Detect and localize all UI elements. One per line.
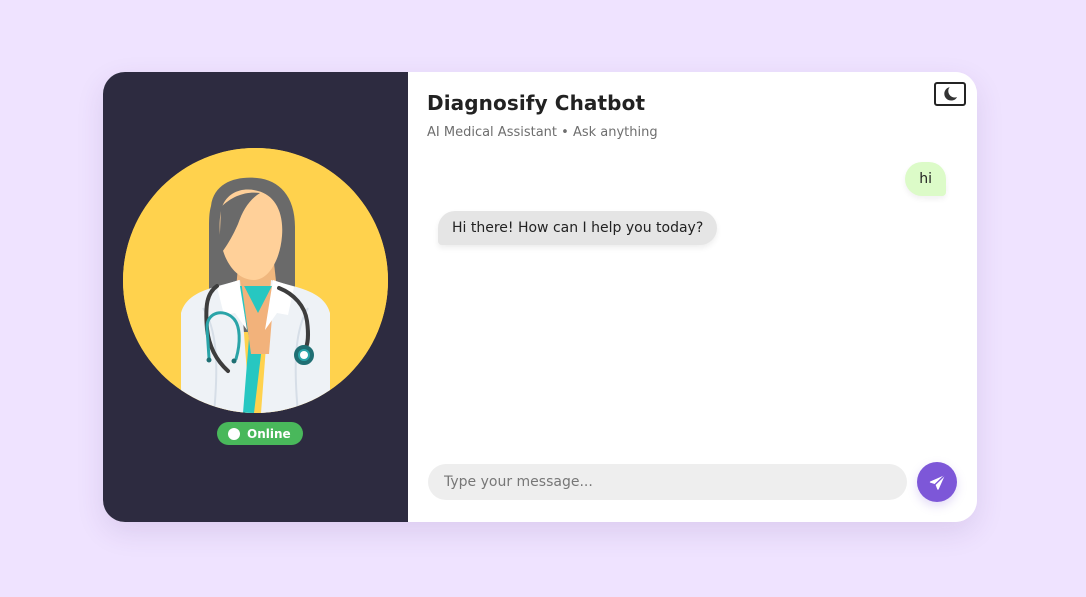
stethoscope-right-tip: [231, 358, 237, 364]
chatbot-card: Online Diagnosify Chatbot AI Medical Ass…: [103, 72, 977, 522]
message-list: hi Hi there! How can I help you today?: [408, 160, 977, 450]
online-dot-icon: [228, 427, 240, 440]
bot-message: Hi there! How can I help you today?: [438, 211, 718, 245]
assistant-profile-panel: Online: [103, 72, 408, 522]
doctor-avatar-icon: [123, 148, 388, 413]
status-label: Online: [247, 426, 291, 441]
stethoscope-left-ear: [205, 326, 211, 360]
moon-icon: [944, 87, 958, 101]
send-button[interactable]: [917, 462, 957, 502]
status-badge: Online: [217, 422, 303, 445]
message-input[interactable]: [428, 464, 907, 500]
user-message: hi: [905, 162, 946, 196]
theme-toggle-button[interactable]: [934, 82, 966, 106]
send-icon: [929, 473, 946, 490]
stethoscope-left-tip: [206, 357, 212, 363]
message-composer: [428, 462, 957, 502]
chat-panel: Diagnosify Chatbot AI Medical Assistant …: [408, 72, 977, 522]
page-title: Diagnosify Chatbot: [427, 91, 646, 115]
assistant-subtitle: AI Medical Assistant • Ask anything: [427, 125, 658, 140]
doctor-avatar: [123, 148, 388, 413]
stethoscope-chestpiece-center: [300, 351, 308, 359]
